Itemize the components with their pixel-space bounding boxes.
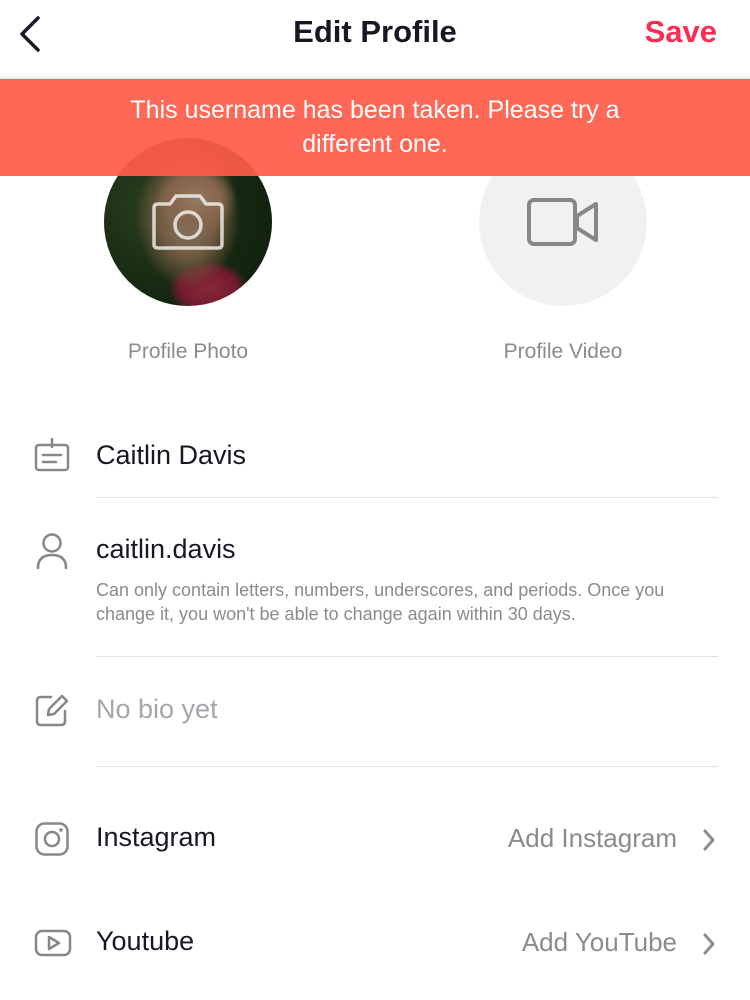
bio-field[interactable]: No bio yet [96, 694, 218, 725]
divider [96, 766, 718, 767]
divider [96, 497, 718, 498]
username-field[interactable]: caitlin.davis [96, 534, 236, 565]
name-field[interactable]: Caitlin Davis [96, 440, 246, 471]
name-field-row[interactable]: Caitlin Davis [0, 430, 750, 498]
username-hint: Can only contain letters, numbers, under… [96, 580, 665, 624]
username-field-row[interactable]: caitlin.davis Can only contain letters, … [0, 530, 750, 640]
save-button[interactable]: Save [645, 14, 717, 50]
edit-icon [35, 694, 69, 727]
profile-video-label: Profile Video [503, 340, 623, 363]
video-camera-icon [527, 198, 598, 246]
profile-photo-label: Profile Photo [127, 340, 249, 363]
instagram-icon [35, 822, 69, 856]
chevron-right-icon [703, 933, 715, 955]
youtube-label: Youtube [96, 926, 195, 956]
name-card-icon [34, 438, 70, 472]
bio-field-row[interactable]: No bio yet [0, 686, 750, 746]
header-bar: Edit Profile Save [0, 0, 750, 79]
person-icon [36, 533, 68, 570]
divider [96, 656, 718, 657]
youtube-row[interactable]: Youtube Add YouTube [0, 916, 750, 972]
add-youtube-link[interactable]: Add YouTube [522, 927, 677, 958]
error-banner: This username has been taken. Please try… [0, 79, 750, 176]
error-message: This username has been taken. Please try… [130, 96, 620, 158]
page-title: Edit Profile [293, 14, 457, 49]
instagram-label: Instagram [96, 822, 217, 852]
instagram-row[interactable]: Instagram Add Instagram [0, 812, 750, 868]
youtube-icon [34, 929, 72, 957]
add-instagram-link[interactable]: Add Instagram [508, 823, 677, 854]
camera-icon [152, 194, 224, 250]
chevron-right-icon [703, 829, 715, 851]
